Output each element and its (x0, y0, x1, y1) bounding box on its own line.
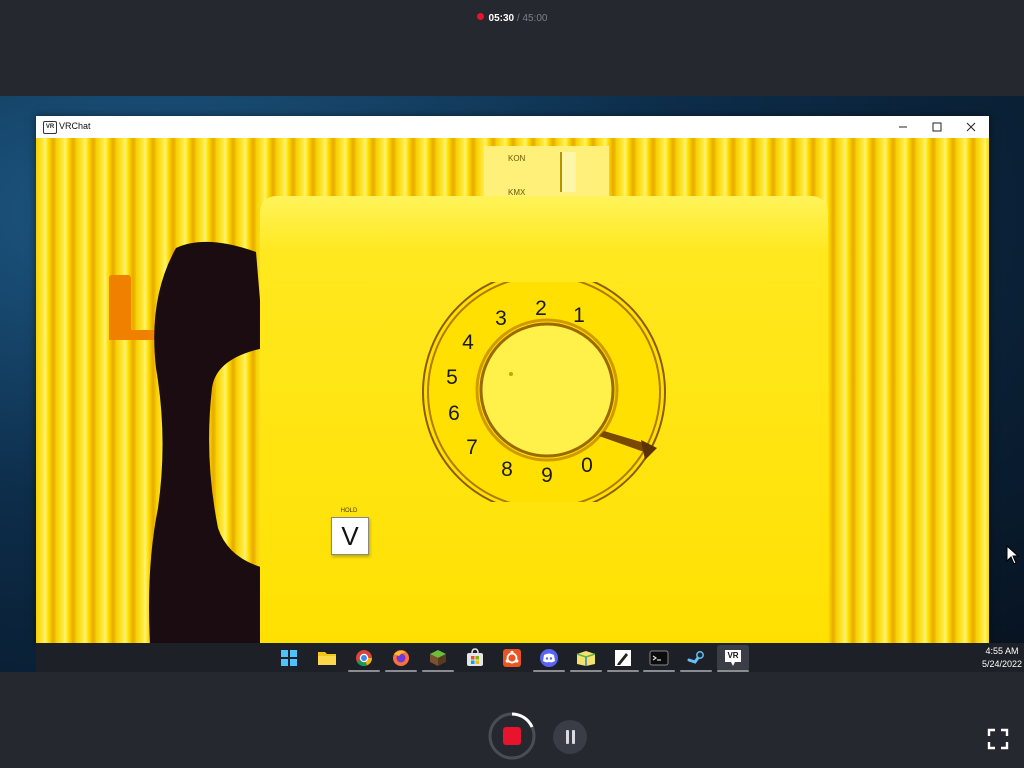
microsoft-store-icon (467, 648, 483, 666)
firefox-icon (393, 650, 409, 666)
stop-icon (503, 727, 521, 745)
windows-start-button[interactable] (279, 647, 299, 669)
taskbar-chrome[interactable] (348, 647, 380, 672)
total-time: 45:00 (522, 13, 548, 24)
windows-taskbar: VR 4:55 AM 5/24/2022 (36, 643, 1024, 672)
taskbar-vrchat[interactable]: VR (717, 645, 749, 672)
system-clock[interactable]: 4:55 AM 5/24/2022 (980, 645, 1024, 671)
chrome-icon (356, 650, 372, 667)
file-explorer-icon (318, 652, 336, 665)
dial-digit-9: 9 (541, 464, 553, 487)
dial-digit-1: 1 (573, 304, 585, 327)
fullscreen-icon (987, 728, 1009, 750)
maximize-icon (932, 122, 942, 132)
close-button[interactable] (954, 116, 988, 138)
vrchat-app-icon: VR (43, 121, 57, 134)
close-icon (966, 122, 976, 132)
hold-key: V (331, 517, 369, 555)
taskbar-firefox[interactable] (385, 647, 417, 672)
taskbar-microsoft-store[interactable] (465, 647, 485, 669)
pause-recording-button[interactable] (553, 720, 587, 754)
minimize-icon (899, 126, 907, 128)
maximize-button[interactable] (920, 116, 954, 138)
game-viewport[interactable]: KON KMX 1 2 3 4 5 6 7 8 9 0 HOLD V (36, 138, 989, 644)
fullscreen-button[interactable] (986, 727, 1010, 751)
recording-indicator-icon (476, 13, 484, 20)
stop-recording-button[interactable] (488, 712, 536, 760)
phone-tab-slot (560, 152, 576, 192)
taskbar-minecraft[interactable] (422, 647, 454, 672)
phone-tab-label-top: KON (508, 154, 526, 163)
taskbar-steam[interactable] (680, 647, 712, 672)
windows-start-icon (281, 650, 297, 666)
terminal-icon (649, 650, 669, 666)
dial-digit-6: 6 (448, 402, 460, 425)
taskbar-file-explorer[interactable] (317, 647, 337, 669)
taskbar-terminal[interactable] (643, 647, 675, 672)
clock-time: 4:55 AM (985, 646, 1019, 656)
mouse-cursor-icon (1006, 545, 1020, 565)
vrchat-window: VR VRChat KON KMX 1 2 3 4 5 6 7 8 9 0 HO… (36, 116, 989, 644)
dial-digit-3: 3 (495, 307, 507, 330)
elapsed-time: 05:30 (488, 13, 515, 24)
dial-digit-5: 5 (446, 366, 458, 389)
ubuntu-icon (503, 649, 521, 667)
phone-top-tab: KON KMX (484, 146, 609, 202)
recording-timer: 05:30 / 45:00 (0, 13, 1024, 24)
minimize-button[interactable] (886, 116, 920, 138)
clock-date: 5/24/2022 (981, 659, 1023, 669)
window-titlebar[interactable]: VR VRChat (36, 116, 989, 138)
dial-digit-4: 4 (462, 331, 474, 354)
recorder-top-bar: 05:30 / 45:00 (0, 0, 1024, 96)
steam-icon (687, 651, 704, 664)
phone-handset[interactable] (146, 238, 266, 644)
taskbar-notepad[interactable] (607, 647, 639, 672)
dial-digit-8: 8 (501, 458, 513, 481)
hold-label: HOLD (340, 508, 358, 514)
taskbar-ubuntu[interactable] (502, 647, 522, 669)
window-title: VRChat (59, 121, 91, 131)
dial-digit-7: 7 (466, 436, 478, 459)
notepad-icon (615, 650, 631, 666)
dial-digit-2: 2 (535, 297, 547, 320)
calibre-icon (576, 651, 596, 666)
discord-icon (540, 649, 558, 667)
taskbar-calibre[interactable] (570, 647, 602, 672)
rotary-dial[interactable]: 1 2 3 4 5 6 7 8 9 0 (419, 282, 669, 502)
dial-digit-0: 0 (581, 454, 593, 477)
hold-key-prompt: HOLD V (330, 508, 369, 556)
vrchat-icon-label: VR (727, 651, 739, 660)
minecraft-icon (430, 650, 446, 666)
taskbar-discord[interactable] (533, 647, 565, 672)
